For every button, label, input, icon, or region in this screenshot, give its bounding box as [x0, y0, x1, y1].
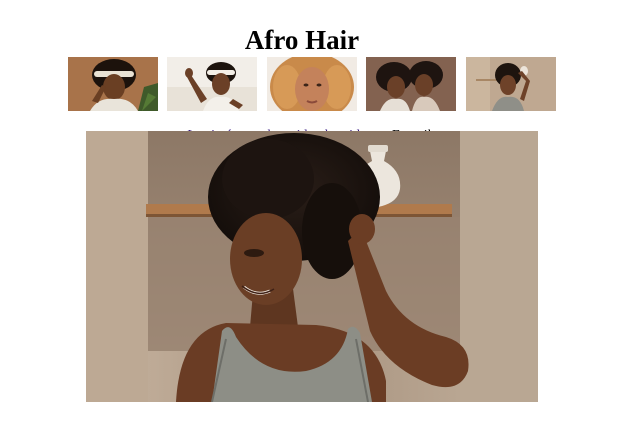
- thumbnail-image[interactable]: [466, 57, 556, 111]
- thumbnail-image[interactable]: [167, 57, 257, 111]
- page-title: Afro Hair: [244, 25, 360, 56]
- thumbnail-image[interactable]: [68, 57, 158, 111]
- thumbnail-image[interactable]: [366, 57, 456, 111]
- thumbnail-gallery: [0, 57, 622, 111]
- thumbnail-image[interactable]: [267, 57, 357, 111]
- main-image: [86, 131, 538, 402]
